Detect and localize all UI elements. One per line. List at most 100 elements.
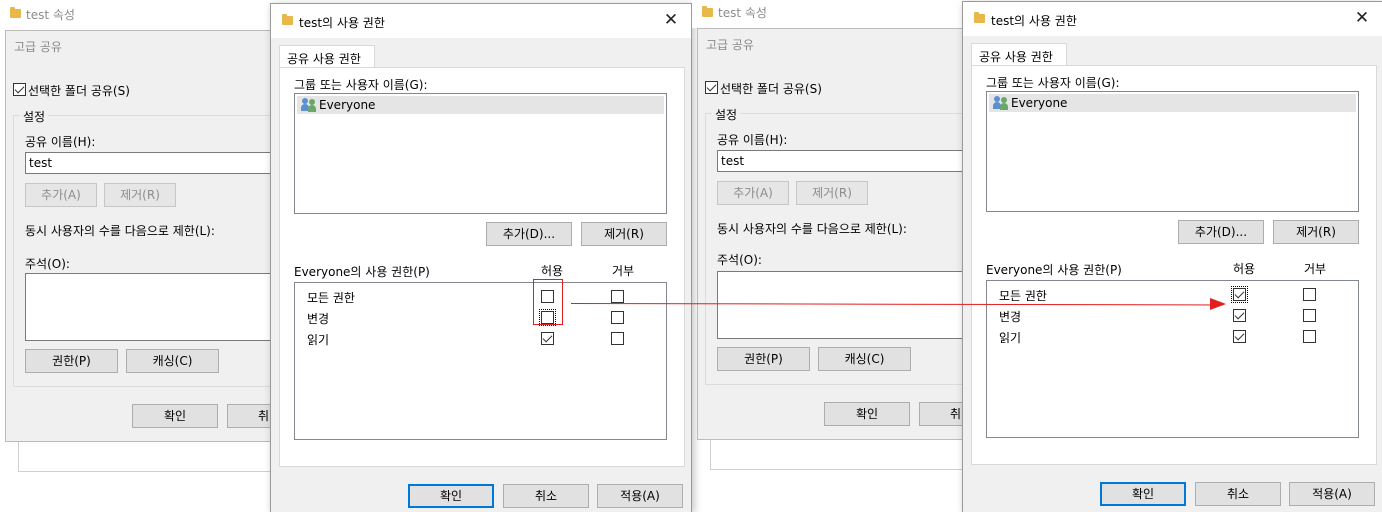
advanced-ok-button[interactable]: 확인 [824,402,910,426]
advanced-sharing-dialog: 고급 공유 선택한 폴더 공유(S) 설정 공유 이름(H): test 추가(… [697,28,966,440]
perm-row-label: 읽기 [307,333,330,347]
users-icon [993,96,1009,110]
add-user-button[interactable]: 추가(D)... [1178,220,1264,244]
deny-checkbox[interactable] [611,290,624,303]
share-name-label: 공유 이름(H): [25,135,96,149]
advanced-sharing-dialog: 고급 공유 선택한 폴더 공유(S) 설정 공유 이름(H): test 추가(… [5,30,276,442]
perm-row-label: 모든 권한 [307,291,355,305]
bg-properties-title: test 속성 [26,8,75,22]
group-users-label: 그룹 또는 사용자 이름(G): [986,76,1120,90]
share-folder-label: 선택한 폴더 공유(S) [28,84,130,98]
bg-properties-window: test 속성 [692,0,964,28]
comment-textarea[interactable] [25,273,276,341]
bg-properties-title: test 속성 [718,6,767,20]
apply-button[interactable]: 적용(A) [1289,482,1375,506]
folder-icon [974,12,985,23]
advanced-cancel-button[interactable]: 취 [227,404,276,428]
permissions-button[interactable]: 권한(P) [717,347,810,371]
remove-user-button[interactable]: 제거(R) [1273,220,1359,244]
advanced-sharing-titlebar: 고급 공유 [698,29,966,59]
list-item[interactable]: Everyone [989,94,1356,112]
apply-button[interactable]: 적용(A) [597,484,683,508]
allow-checkbox[interactable] [1231,286,1248,303]
share-add-button[interactable]: 추가(A) [717,181,789,205]
folder-icon [10,7,21,18]
settings-group-label: 설정 [20,108,49,125]
share-add-button[interactable]: 추가(A) [25,183,97,207]
folder-icon [282,14,293,25]
bg-window-lower-panel [18,440,272,472]
tab-share-permissions-label: 공유 사용 권한 [979,50,1053,64]
group-users-listbox[interactable]: Everyone [986,91,1359,212]
advanced-ok-button[interactable]: 확인 [132,404,218,428]
user-limit-label: 동시 사용자의 수를 다음으로 제한(L): [717,222,907,236]
share-remove-button[interactable]: 제거(R) [796,181,868,205]
deny-checkbox[interactable] [1303,330,1316,343]
ok-button[interactable]: 확인 [1100,482,1186,506]
tab-share-permissions[interactable]: 공유 사용 권한 [279,45,375,67]
comment-label: 주석(O): [717,253,762,267]
allow-header: 허용 [1233,262,1256,276]
close-icon[interactable]: ✕ [1352,8,1372,28]
users-icon [301,98,317,112]
share-folder-checkbox[interactable] [705,81,718,94]
group-users-listbox[interactable]: Everyone [294,93,667,214]
share-folder-checkbox[interactable] [13,83,26,96]
deny-header: 거부 [1304,262,1327,276]
comment-textarea[interactable] [717,271,966,339]
deny-checkbox[interactable] [1303,309,1316,322]
share-name-label: 공유 이름(H): [717,133,788,147]
share-name-value: test [721,154,745,168]
annotation-arrow-head [1210,298,1226,310]
advanced-sharing-title: 고급 공유 [14,40,62,54]
share-name-input[interactable]: test [25,152,276,174]
tab-share-permissions-label: 공유 사용 권한 [287,52,361,66]
folder-icon [702,6,713,17]
share-name-input[interactable]: test [717,150,966,172]
group-users-label: 그룹 또는 사용자 이름(G): [294,78,428,92]
add-user-button[interactable]: 추가(D)... [486,222,572,246]
bg-properties-window: test 속성 [0,0,272,30]
advanced-cancel-button[interactable]: 취 [919,402,966,426]
perm-row-label: 변경 [999,310,1022,324]
settings-group-label: 설정 [712,106,741,123]
share-folder-label: 선택한 폴더 공유(S) [720,82,822,96]
deny-checkbox[interactable] [1303,288,1316,301]
cancel-button[interactable]: 취소 [1195,482,1281,506]
share-remove-button[interactable]: 제거(R) [104,183,176,207]
highlight-box [533,279,563,325]
caching-button[interactable]: 캐싱(C) [818,347,911,371]
allow-header: 허용 [541,264,564,278]
perm-row-label: 읽기 [999,331,1022,345]
perms-header: Everyone의 사용 권한(P) [986,263,1122,277]
list-item[interactable]: Everyone [297,96,664,114]
share-name-value: test [29,156,53,170]
user-name: Everyone [1011,96,1068,110]
tab-share-permissions[interactable]: 공유 사용 권한 [971,43,1067,65]
permissions-title: test의 사용 권한 [991,14,1077,28]
allow-checkbox[interactable] [541,332,554,345]
deny-checkbox[interactable] [611,332,624,345]
user-name: Everyone [319,98,376,112]
deny-checkbox[interactable] [611,311,624,324]
perm-row-label: 변경 [307,312,330,326]
perms-header: Everyone의 사용 권한(P) [294,265,430,279]
allow-checkbox[interactable] [1233,330,1246,343]
permissions-title: test의 사용 권한 [299,16,385,30]
comment-label: 주석(O): [25,257,70,271]
bg-window-bottom-edge [0,500,272,512]
ok-button[interactable]: 확인 [408,484,494,508]
permissions-list: 모든 권한 변경 읽기 [294,282,667,440]
permissions-dialog: test의 사용 권한 ✕ 공유 사용 권한 그룹 또는 사용자 이름(G): … [962,1,1382,512]
close-icon[interactable]: ✕ [661,10,681,30]
remove-user-button[interactable]: 제거(R) [581,222,667,246]
permissions-button[interactable]: 권한(P) [25,349,118,373]
caching-button[interactable]: 캐싱(C) [126,349,219,373]
permissions-dialog: test의 사용 권한 ✕ 공유 사용 권한 그룹 또는 사용자 이름(G): … [270,3,692,512]
perm-row-label: 모든 권한 [999,289,1047,303]
deny-header: 거부 [612,264,635,278]
advanced-sharing-titlebar: 고급 공유 [6,31,276,61]
allow-checkbox[interactable] [1233,309,1246,322]
cancel-button[interactable]: 취소 [503,484,589,508]
user-limit-label: 동시 사용자의 수를 다음으로 제한(L): [25,224,215,238]
